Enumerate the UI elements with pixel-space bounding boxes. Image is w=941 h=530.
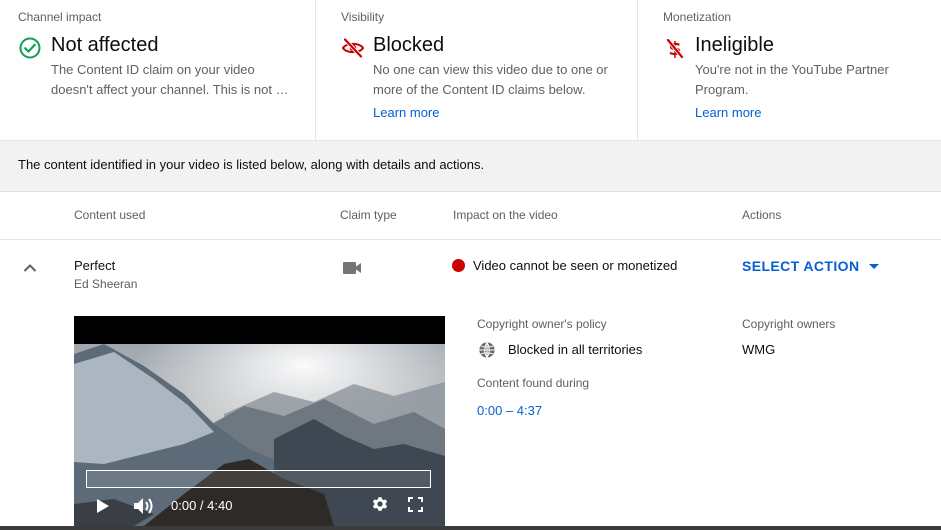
visibility-card: Visibility Blocked No one can view this … — [316, 0, 638, 141]
monetization-status: Ineligible — [695, 34, 774, 56]
header-impact: Impact on the video — [453, 208, 558, 222]
monetization-card: Monetization $ Ineligible You're not in … — [638, 0, 941, 141]
header-actions: Actions — [742, 208, 782, 222]
content-title: Perfect — [74, 258, 116, 273]
progress-bar[interactable] — [86, 470, 431, 488]
policy-label: Copyright owner's policy — [477, 317, 607, 331]
claims-table-header: Content used Claim type Impact on the vi… — [0, 192, 941, 240]
dropdown-arrow-icon — [869, 263, 880, 269]
content-found-timestamp-link[interactable]: 0:00 – 4:37 — [477, 403, 542, 418]
time-display: 0:00 / 4:40 — [171, 498, 233, 513]
monetization-learn-more-link[interactable]: Learn more — [695, 105, 761, 120]
fullscreen-icon[interactable] — [408, 497, 423, 512]
play-icon[interactable] — [96, 498, 110, 514]
bottom-divider — [0, 526, 941, 530]
impact-status-dot — [452, 259, 465, 272]
copyright-owner-value: WMG — [742, 342, 776, 357]
globe-icon — [479, 342, 495, 358]
volume-icon[interactable] — [132, 496, 156, 516]
chevron-up-icon[interactable] — [20, 258, 40, 278]
claim-summary: Channel impact Not affected The Content … — [0, 0, 941, 141]
visibility-description: No one can view this video due to one or… — [373, 62, 608, 97]
video-player[interactable]: 0:00 / 4:40 — [74, 316, 445, 526]
header-content-used: Content used — [74, 208, 146, 222]
monetization-label: Monetization — [663, 10, 732, 24]
select-action-label: SELECT ACTION — [742, 258, 860, 274]
visibility-label: Visibility — [341, 10, 385, 24]
channel-impact-card: Channel impact Not affected The Content … — [0, 0, 316, 141]
copyright-owners-label: Copyright owners — [742, 317, 836, 331]
content-artist: Ed Sheeran — [74, 277, 138, 291]
visibility-learn-more-link[interactable]: Learn more — [373, 105, 439, 120]
select-action-button[interactable]: SELECT ACTION — [742, 258, 880, 274]
dollar-off-icon: $ — [666, 38, 684, 60]
channel-impact-status: Not affected — [51, 34, 159, 56]
policy-value: Blocked in all territories — [508, 342, 643, 357]
monetization-description: You're not in the YouTube Partner Progra… — [695, 62, 889, 97]
eye-off-icon — [341, 38, 365, 58]
info-bar: The content identified in your video is … — [0, 141, 941, 192]
header-claim-type: Claim type — [340, 208, 397, 222]
video-camera-icon — [343, 262, 361, 274]
visibility-status: Blocked — [373, 34, 445, 56]
channel-impact-description: The Content ID claim on your video doesn… — [51, 62, 289, 97]
player-controls: 0:00 / 4:40 — [74, 488, 445, 526]
check-circle-icon — [19, 37, 41, 59]
content-found-label: Content found during — [477, 376, 590, 390]
info-bar-text: The content identified in your video is … — [18, 157, 485, 172]
gear-icon[interactable] — [371, 495, 389, 513]
impact-text: Video cannot be seen or monetized — [473, 258, 678, 273]
channel-impact-label: Channel impact — [18, 10, 102, 24]
